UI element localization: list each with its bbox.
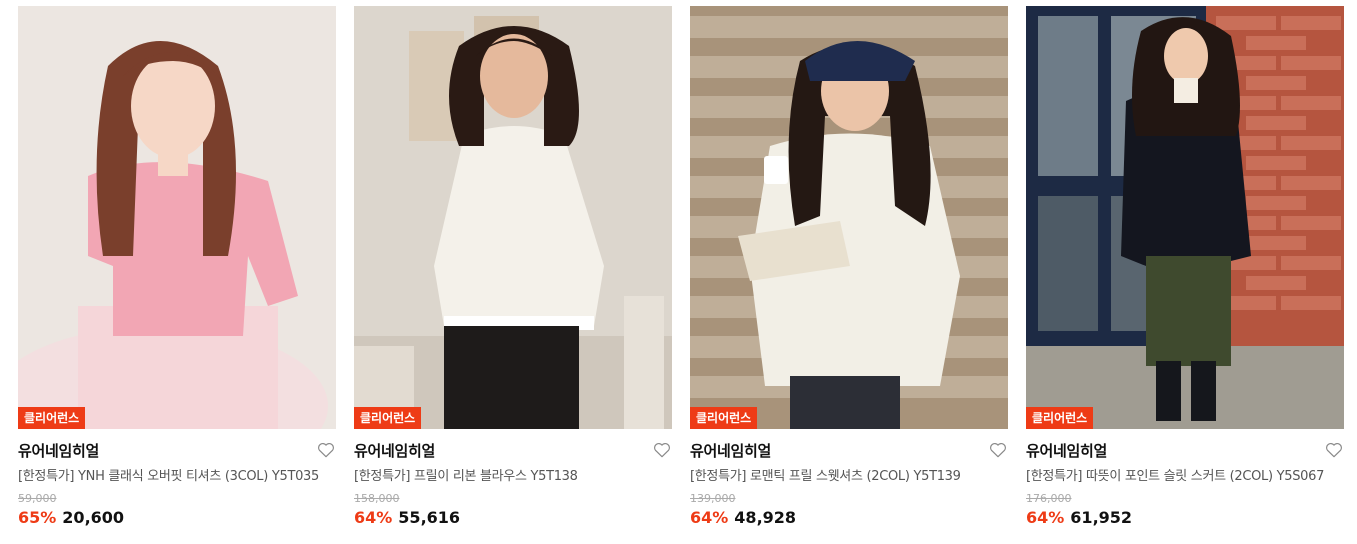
original-price: 139,000 [690,492,736,505]
heart-icon[interactable] [1324,440,1344,460]
clearance-badge: 클리어런스 [1026,407,1094,429]
original-price: 59,000 [18,492,57,505]
heart-icon[interactable] [316,440,336,460]
brand-name[interactable]: 유어네임히얼 [690,440,771,461]
product-name[interactable]: [한정특가] 프릴이 리본 블라우스 Y5T138 [354,465,672,484]
brand-name[interactable]: 유어네임히얼 [354,440,435,461]
discount-rate: 64% [354,508,393,527]
discount-rate: 64% [1026,508,1065,527]
heart-icon[interactable] [652,440,672,460]
brand-name[interactable]: 유어네임히얼 [18,440,99,461]
heart-icon[interactable] [988,440,1008,460]
product-card[interactable]: 클리어런스 유어네임히얼 [한정특가] 로맨틱 프릴 스웻셔츠 (2COL) Y… [690,6,1008,536]
original-price: 176,000 [1026,492,1072,505]
brand-name[interactable]: 유어네임히얼 [1026,440,1107,461]
product-image[interactable]: 클리어런스 [1026,6,1344,429]
sale-price: 55,616 [398,508,461,527]
clearance-badge: 클리어런스 [354,407,422,429]
product-image[interactable]: 클리어런스 [18,6,336,429]
product-grid: 클리어런스 유어네임히얼 [한정특가] YNH 클래식 오버핏 티셔츠 (3CO… [0,0,1357,544]
sale-price: 20,600 [62,508,125,527]
product-card[interactable]: 클리어런스 유어네임히얼 [한정특가] 프릴이 리본 블라우스 Y5T138 1… [354,6,672,536]
original-price: 158,000 [354,492,400,505]
product-image[interactable]: 클리어런스 [690,6,1008,429]
clearance-badge: 클리어런스 [18,407,86,429]
discount-rate: 64% [690,508,729,527]
product-image[interactable]: 클리어런스 [354,6,672,429]
product-card[interactable]: 클리어런스 유어네임히얼 [한정특가] 따뜻이 포인트 슬릿 스커트 (2COL… [1026,6,1344,536]
clearance-badge: 클리어런스 [690,407,758,429]
discount-rate: 65% [18,508,57,527]
sale-price: 61,952 [1070,508,1133,527]
product-name[interactable]: [한정특가] YNH 클래식 오버핏 티셔츠 (3COL) Y5T035 [18,465,336,484]
product-card[interactable]: 클리어런스 유어네임히얼 [한정특가] YNH 클래식 오버핏 티셔츠 (3CO… [18,6,336,536]
sale-price: 48,928 [734,508,797,527]
product-name[interactable]: [한정특가] 로맨틱 프릴 스웻셔츠 (2COL) Y5T139 [690,465,1008,484]
product-name[interactable]: [한정특가] 따뜻이 포인트 슬릿 스커트 (2COL) Y5S067 [1026,465,1344,484]
